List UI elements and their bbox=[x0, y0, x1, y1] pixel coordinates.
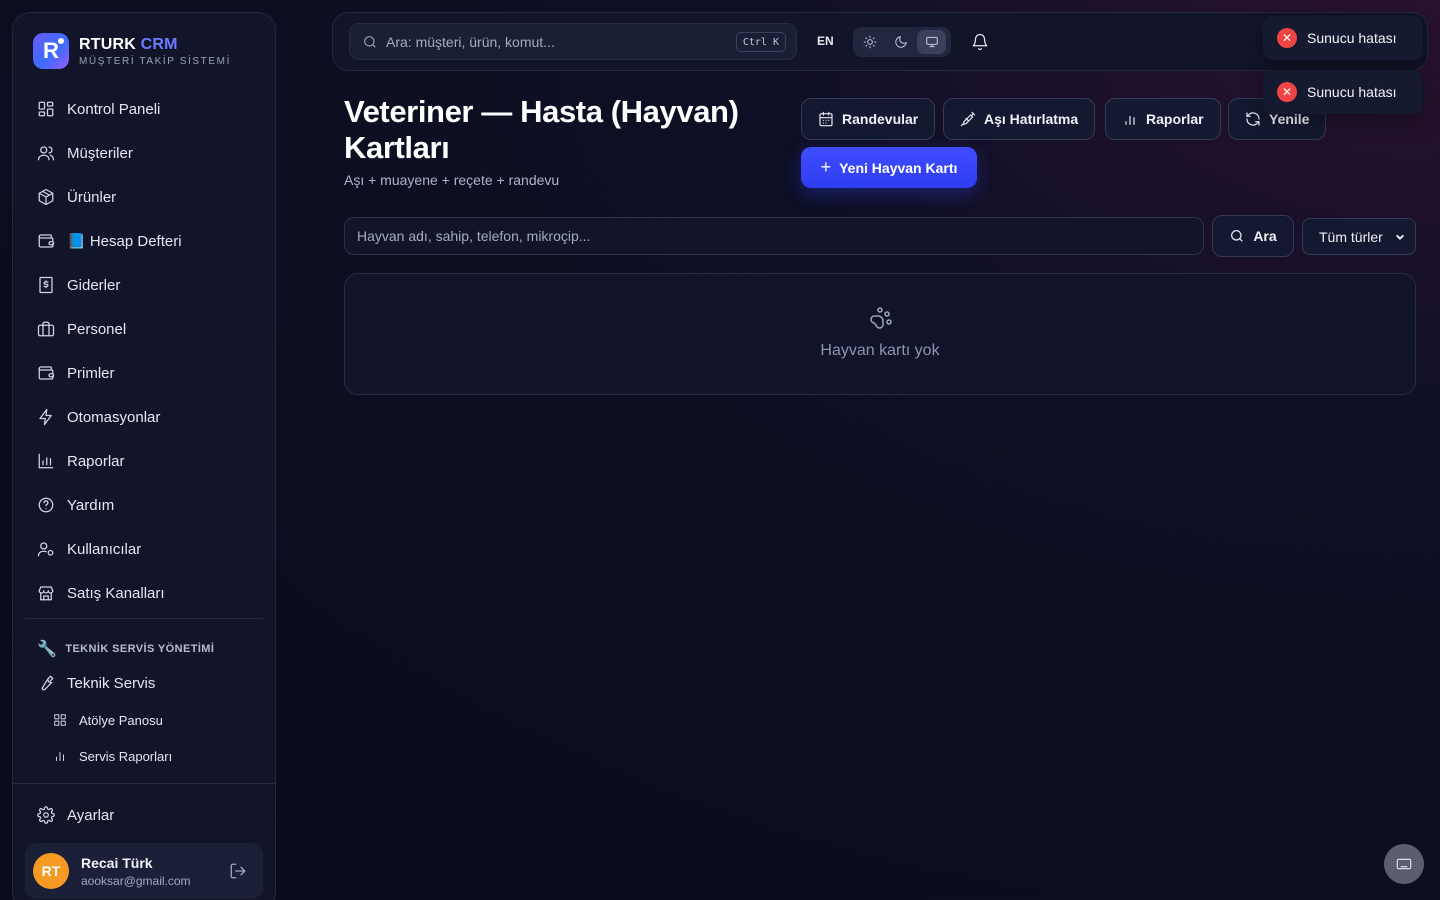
appointments-button[interactable]: Randevular bbox=[801, 98, 936, 140]
sidebar-item-technical-service[interactable]: Teknik Servis bbox=[25, 663, 263, 703]
sun-icon bbox=[863, 35, 877, 49]
search-icon bbox=[1231, 230, 1244, 242]
wrench-icon: 🔧 bbox=[37, 641, 58, 658]
chevron-down-icon bbox=[1396, 234, 1404, 240]
sidebar-item-customers[interactable]: Müşteriler bbox=[25, 133, 263, 173]
vaccine-reminder-button[interactable]: Aşı Hatırlatma bbox=[943, 98, 1096, 140]
moon-icon bbox=[895, 36, 907, 48]
users-icon bbox=[37, 146, 55, 161]
error-toast[interactable]: ✕ Sunucu hatası bbox=[1263, 16, 1423, 60]
close-icon: ✕ bbox=[1277, 82, 1297, 102]
page-title: Veteriner — Hasta (Hayvan) Kartları bbox=[344, 94, 739, 165]
refresh-icon bbox=[1246, 112, 1260, 126]
sidebar-item-bonuses[interactable]: Primler bbox=[25, 353, 263, 393]
empty-state-text: Hayvan kartı yok bbox=[820, 342, 940, 359]
keyboard-icon bbox=[1396, 858, 1412, 870]
theme-switcher bbox=[853, 27, 951, 57]
sidebar: R RTURK CRM MÜŞTERİ TAKİP SİSTEMİ Kontro… bbox=[12, 12, 276, 900]
gear-icon bbox=[37, 806, 55, 824]
page-subtitle: Aşı + muayene + reçete + randevu bbox=[344, 172, 560, 188]
paw-icon bbox=[870, 307, 892, 329]
bar-chart-icon bbox=[56, 752, 64, 762]
theme-light-button[interactable] bbox=[856, 30, 885, 54]
sidebar-item-users[interactable]: Kullanıcılar bbox=[25, 529, 263, 569]
language-button[interactable]: EN bbox=[817, 34, 834, 48]
shortcut-hint: Ctrl K bbox=[735, 32, 786, 52]
user-name: Recai Türk bbox=[81, 854, 153, 871]
wallet-icon bbox=[38, 234, 55, 248]
sidebar-item-automations[interactable]: Otomasyonlar bbox=[25, 397, 263, 437]
search-button[interactable]: Ara bbox=[1212, 215, 1294, 257]
sidebar-item-settings[interactable]: Ayarlar bbox=[25, 795, 263, 835]
global-search[interactable]: Ctrl K bbox=[349, 23, 797, 60]
species-select[interactable]: Tüm türler bbox=[1302, 218, 1416, 255]
dashboard-icon bbox=[38, 101, 54, 117]
wallet-icon bbox=[38, 366, 55, 380]
animal-search-input[interactable] bbox=[344, 217, 1204, 255]
brand[interactable]: R RTURK CRM MÜŞTERİ TAKİP SİSTEMİ bbox=[33, 33, 231, 69]
sidebar-item-dashboard[interactable]: Kontrol Paneli bbox=[25, 89, 263, 129]
user-gear-icon bbox=[37, 542, 54, 557]
help-icon bbox=[38, 497, 54, 513]
sidebar-item-help[interactable]: Yardım bbox=[25, 485, 263, 525]
briefcase-icon bbox=[37, 321, 55, 337]
receipt-icon bbox=[39, 276, 53, 294]
sidebar-item-products[interactable]: Ürünler bbox=[25, 177, 263, 217]
global-search-input[interactable] bbox=[386, 33, 726, 50]
bolt-icon bbox=[39, 408, 52, 426]
brand-subtitle: MÜŞTERİ TAKİP SİSTEMİ bbox=[79, 55, 231, 67]
keyboard-shortcuts-button[interactable] bbox=[1384, 844, 1424, 884]
avatar: RT bbox=[33, 853, 69, 889]
user-card[interactable]: RT Recai Türk aooksar@gmail.com bbox=[25, 843, 263, 899]
calendar-icon bbox=[819, 111, 833, 127]
wrench-icon bbox=[41, 675, 54, 691]
sidebar-item-expenses[interactable]: Giderler bbox=[25, 265, 263, 305]
brand-logo: R bbox=[33, 33, 69, 69]
sidebar-item-reports[interactable]: Raporlar bbox=[25, 441, 263, 481]
grid-icon bbox=[54, 714, 66, 726]
bell-icon[interactable] bbox=[971, 33, 989, 51]
sidebar-item-staff[interactable]: Personel bbox=[25, 309, 263, 349]
sidebar-item-service-reports[interactable]: Servis Raporları bbox=[25, 740, 263, 772]
bar-chart-icon bbox=[1125, 115, 1135, 125]
theme-dark-button[interactable] bbox=[887, 30, 916, 54]
section-title-service: 🔧 TEKNİK SERVİS YÖNETİMİ bbox=[37, 641, 215, 658]
sidebar-divider bbox=[13, 783, 275, 784]
sidebar-item-ledger[interactable]: 📘 Hesap Defteri bbox=[25, 221, 263, 261]
store-icon bbox=[38, 586, 54, 601]
logout-icon[interactable] bbox=[229, 862, 247, 880]
bar-chart-icon bbox=[38, 453, 54, 469]
sidebar-item-workshop-board[interactable]: Atölye Panosu bbox=[25, 704, 263, 736]
monitor-icon bbox=[925, 36, 938, 48]
plus-icon: + bbox=[820, 157, 832, 177]
user-email: aooksar@gmail.com bbox=[81, 873, 191, 888]
animal-cards-list: Hayvan kartı yok bbox=[344, 273, 1416, 395]
theme-system-button[interactable] bbox=[917, 30, 947, 54]
search-icon bbox=[364, 35, 376, 48]
syringe-icon bbox=[960, 111, 976, 127]
sidebar-item-sales-channels[interactable]: Satış Kanalları bbox=[25, 573, 263, 613]
brand-name: RTURK CRM bbox=[79, 35, 178, 53]
close-icon: ✕ bbox=[1277, 28, 1297, 48]
package-icon bbox=[38, 188, 54, 206]
new-animal-card-button[interactable]: + Yeni Hayvan Kartı bbox=[801, 147, 977, 188]
error-toast[interactable]: ✕ Sunucu hatası bbox=[1263, 70, 1423, 114]
sidebar-divider bbox=[25, 618, 263, 619]
reports-button[interactable]: Raporlar bbox=[1105, 98, 1221, 140]
